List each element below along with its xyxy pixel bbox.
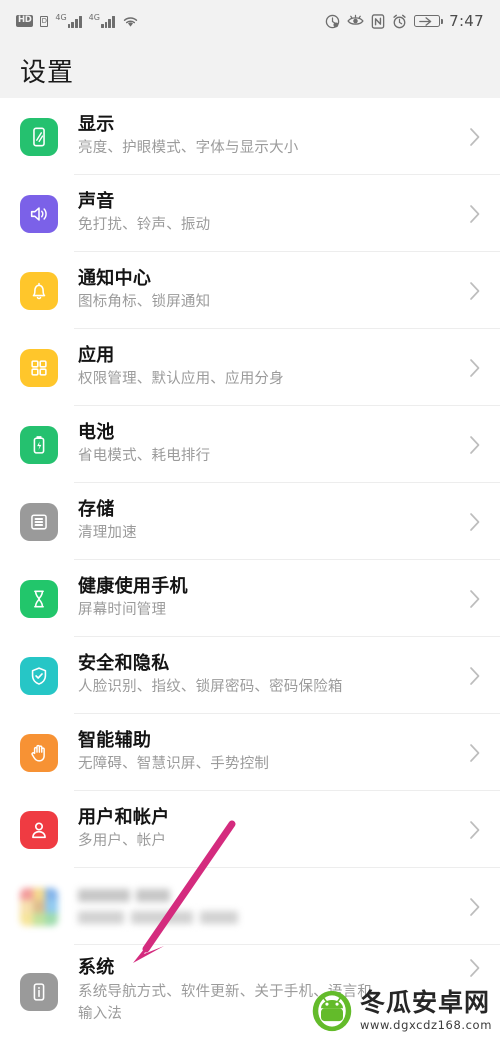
apps-grid-icon [20,348,58,387]
shield-check-icon [20,656,58,695]
page-title: 设置 [20,57,75,88]
title-bar: 设置 [0,42,500,98]
clock-time: 7:47 [449,12,484,30]
row-text-users-accounts: 用户和帐户 多用户、帐户 [78,807,458,852]
row-text-apps: 应用 权限管理、默认应用、应用分身 [78,345,458,390]
settings-row-apps[interactable]: 应用 权限管理、默认应用、应用分身 [0,329,500,406]
hand-icon [20,733,58,772]
chevron-right-icon [468,203,482,225]
settings-row-storage[interactable]: 存储 清理加速 [0,483,500,560]
chevron-right-icon [468,511,482,533]
chevron-right-icon [468,819,482,841]
row-title: 安全和隐私 [78,652,170,674]
settings-row-digital-balance[interactable]: 健康使用手机 屏幕时间管理 [0,560,500,637]
redacted-subtitle [78,911,458,924]
row-subtitle: 图标角标、锁屏通知 [78,294,211,311]
status-bar-right: 7:47 [325,12,484,30]
row-subtitle: 屏幕时间管理 [78,602,167,619]
hourglass-icon [20,579,58,618]
settings-row-battery[interactable]: 电池 省电模式、耗电排行 [0,406,500,483]
row-title: 声音 [78,190,115,212]
row-title: 健康使用手机 [78,575,188,597]
chevron-right-icon [468,434,482,456]
row-text-accessibility: 智能辅助 无障碍、智慧识屏、手势控制 [78,730,458,775]
hd-icon: HD [16,15,34,27]
row-text-notifications: 通知中心 图标角标、锁屏通知 [78,268,458,313]
signal-1-label: 4G [55,13,67,22]
row-subtitle: 权限管理、默认应用、应用分身 [78,371,284,388]
row-subtitle: 无障碍、智慧识屏、手势控制 [78,756,270,773]
display-icon [20,117,58,156]
user-icon [20,810,58,849]
chevron-right-icon [468,742,482,764]
system-phone-icon [20,973,58,1011]
row-title: 通知中心 [78,267,152,289]
notification-bell-icon [20,271,58,310]
wifi-icon [122,15,139,28]
settings-row-redacted[interactable] [0,868,500,945]
watermark-url: www.dgxcdz168.com [359,1018,492,1032]
chevron-right-icon [468,588,482,610]
android-robot-icon [312,990,352,1032]
chevron-right-icon [468,357,482,379]
battery-icon [20,425,58,464]
status-bar: HD D 4G 4G 7:47 [0,0,500,42]
row-subtitle: 人脸识别、指纹、锁屏密码、密码保险箱 [78,679,343,696]
signal-2-bars [100,16,115,28]
chevron-right-icon [468,896,482,918]
settings-screen: HD D 4G 4G 7:47 设置 显示 亮度、护眼模式、字体与显示大小 声音… [0,0,500,1039]
row-subtitle: 免打扰、铃声、振动 [78,217,211,234]
settings-row-display[interactable]: 显示 亮度、护眼模式、字体与显示大小 [0,98,500,175]
row-text-security: 安全和隐私 人脸识别、指纹、锁屏密码、密码保险箱 [78,653,458,698]
row-subtitle: 多用户、帐户 [78,833,167,850]
settings-row-sound[interactable]: 声音 免打扰、铃声、振动 [0,175,500,252]
eye-comfort-icon [347,14,364,28]
settings-row-users-accounts[interactable]: 用户和帐户 多用户、帐户 [0,791,500,868]
mosaic-icon [20,887,58,926]
chevron-right-icon [468,280,482,302]
watermark-text: 冬瓜安卓网 www.dgxcdz168.com [360,990,492,1032]
watermark-name: 冬瓜安卓网 [359,988,490,1017]
chevron-right-icon [468,957,482,979]
row-title: 电池 [78,421,115,443]
storage-icon [20,502,58,541]
row-text-redacted [78,889,458,924]
row-text-sound: 声音 免打扰、铃声、振动 [78,191,458,236]
settings-row-accessibility[interactable]: 智能辅助 无障碍、智慧识屏、手势控制 [0,714,500,791]
row-text-storage: 存储 清理加速 [78,499,458,544]
row-title: 用户和帐户 [78,806,170,828]
redacted-title [78,889,458,902]
battery-charging-icon [414,15,444,27]
row-text-display: 显示 亮度、护眼模式、字体与显示大小 [78,114,458,159]
row-title: 存储 [78,498,115,520]
watermark: 冬瓜安卓网 www.dgxcdz168.com [310,989,492,1033]
row-title: 应用 [78,344,115,366]
row-text-battery: 电池 省电模式、耗电排行 [78,422,458,467]
chevron-right-icon [468,665,482,687]
row-title: 显示 [78,113,115,135]
row-subtitle: 亮度、护眼模式、字体与显示大小 [78,140,299,157]
status-bar-left: HD D 4G 4G [16,14,139,28]
signal-2-icon: 4G [89,14,115,28]
signal-2-label: 4G [88,13,100,22]
settings-row-notifications[interactable]: 通知中心 图标角标、锁屏通知 [0,252,500,329]
row-subtitle: 清理加速 [78,525,137,542]
row-text-digital-balance: 健康使用手机 屏幕时间管理 [78,576,458,621]
sim-icon: D [40,15,49,27]
row-subtitle: 省电模式、耗电排行 [78,448,211,465]
settings-list: 显示 亮度、护眼模式、字体与显示大小 声音 免打扰、铃声、振动 通知中心 图标角… [0,98,500,1039]
settings-row-security[interactable]: 安全和隐私 人脸识别、指纹、锁屏密码、密码保险箱 [0,637,500,714]
chevron-right-icon [468,126,482,148]
sound-icon [20,194,58,233]
nfc-icon [371,13,385,29]
data-saver-icon [325,14,340,29]
row-title: 系统 [78,957,115,978]
signal-1-icon: 4G [55,13,82,28]
row-title: 智能辅助 [78,729,152,751]
signal-1-bars [67,16,82,28]
alarm-icon [392,14,407,29]
